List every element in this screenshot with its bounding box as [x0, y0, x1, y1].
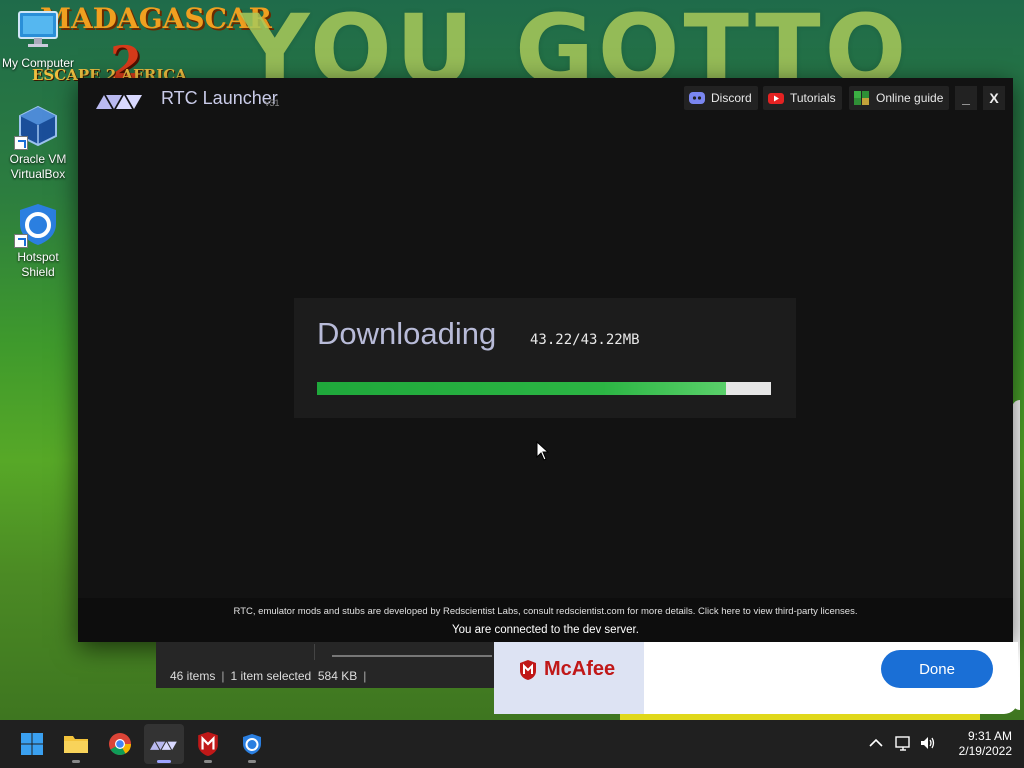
desktop-icon-label: Oracle VM VirtualBox — [9, 152, 67, 181]
close-button[interactable]: X — [983, 86, 1005, 110]
shortcut-arrow-icon — [14, 234, 28, 248]
download-panel: Downloading 43.22/43.22MB — [294, 298, 796, 418]
running-indicator — [204, 760, 212, 763]
chrome-icon — [109, 733, 131, 755]
rtc-logo-icon — [150, 741, 177, 750]
taskbar-mcafee[interactable] — [188, 724, 228, 764]
network-icon[interactable] — [894, 734, 912, 752]
hotspot-shield-icon — [243, 734, 261, 755]
discord-button[interactable]: Discord — [684, 86, 758, 110]
done-button[interactable]: Done — [881, 650, 993, 688]
divider — [314, 644, 315, 660]
scrollbar[interactable] — [332, 655, 492, 657]
status-bar: 46 items | 1 item selected 584 KB | — [170, 669, 372, 683]
rtc-launcher-window: RTC Launcher v31 Discord Tutorials Onlin… — [78, 78, 1013, 642]
tutorials-label: Tutorials — [790, 91, 836, 105]
volume-icon[interactable] — [919, 734, 937, 752]
download-progress-bar — [317, 382, 771, 395]
mcafee-shield-icon — [198, 732, 218, 756]
desktop-icon-label: Hotspot Shield — [17, 250, 59, 279]
folder-icon — [64, 736, 88, 753]
taskbar-file-explorer[interactable] — [56, 724, 96, 764]
launcher-version: v31 — [265, 98, 280, 108]
shortcut-arrow-icon — [14, 136, 28, 150]
hotspot-shield-icon — [14, 202, 60, 248]
chevron-up-icon[interactable] — [867, 734, 885, 752]
rtc-logo-icon — [96, 95, 142, 109]
launcher-titlebar[interactable]: RTC Launcher v31 Discord Tutorials Onlin… — [78, 78, 1013, 120]
desktop-icon-virtualbox[interactable]: Oracle VM VirtualBox — [0, 104, 76, 182]
download-progress-fill — [317, 382, 726, 395]
guide-icon — [854, 91, 870, 105]
selection-count: 1 item selected — [230, 669, 312, 683]
tutorials-button[interactable]: Tutorials — [763, 86, 842, 110]
desktop-icon-label: My Computer — [1, 56, 75, 70]
mcafee-brand-area: McAfee — [494, 642, 644, 714]
minimize-button[interactable]: _ — [955, 86, 977, 110]
computer-icon — [16, 8, 60, 52]
mcafee-notification: McAfee Done — [494, 642, 1018, 714]
selection-size: 584 KB — [317, 669, 358, 683]
discord-label: Discord — [711, 91, 752, 105]
mcafee-logo: McAfee — [518, 658, 615, 681]
windows-icon — [21, 733, 43, 755]
system-clock[interactable]: 9:31 AM 2/19/2022 — [944, 729, 1012, 759]
discord-icon — [689, 91, 705, 105]
youtube-icon — [768, 91, 784, 105]
desktop-icon-hotspot-shield[interactable]: Hotspot Shield — [0, 202, 76, 280]
mouse-cursor-icon — [536, 441, 550, 461]
item-count: 46 items — [170, 669, 216, 683]
credits-link[interactable]: RTC, emulator mods and stubs are develop… — [78, 606, 1013, 617]
launcher-footer: RTC, emulator mods and stubs are develop… — [78, 598, 1013, 642]
virtualbox-icon — [14, 104, 60, 150]
taskbar-hotspot-shield[interactable] — [232, 724, 272, 764]
online-guide-label: Online guide — [876, 91, 944, 105]
divider: | — [363, 669, 367, 683]
taskbar-chrome[interactable] — [100, 724, 140, 764]
taskbar-rtc-launcher[interactable] — [144, 724, 184, 764]
download-status: Downloading — [317, 316, 497, 351]
clock-date: 2/19/2022 — [958, 744, 1012, 758]
running-indicator — [72, 760, 80, 763]
mcafee-brand-text: McAfee — [544, 658, 616, 680]
online-guide-button[interactable]: Online guide — [849, 86, 950, 110]
clock-time: 9:31 AM — [967, 729, 1012, 743]
start-button[interactable] — [12, 724, 52, 764]
taskbar: 9:31 AM 2/19/2022 — [0, 720, 1024, 768]
file-explorer-status-area: 46 items | 1 item selected 584 KB | — [156, 642, 496, 688]
desktop-icon-my-computer[interactable]: My Computer — [0, 8, 76, 71]
connection-status: You are connected to the dev server. — [452, 624, 639, 636]
divider: | — [221, 669, 225, 683]
running-indicator — [157, 760, 171, 763]
mcafee-shield-icon — [520, 659, 536, 680]
download-size: 43.22/43.22MB — [530, 332, 640, 348]
launcher-title: RTC Launcher — [161, 88, 278, 108]
running-indicator — [248, 760, 256, 763]
